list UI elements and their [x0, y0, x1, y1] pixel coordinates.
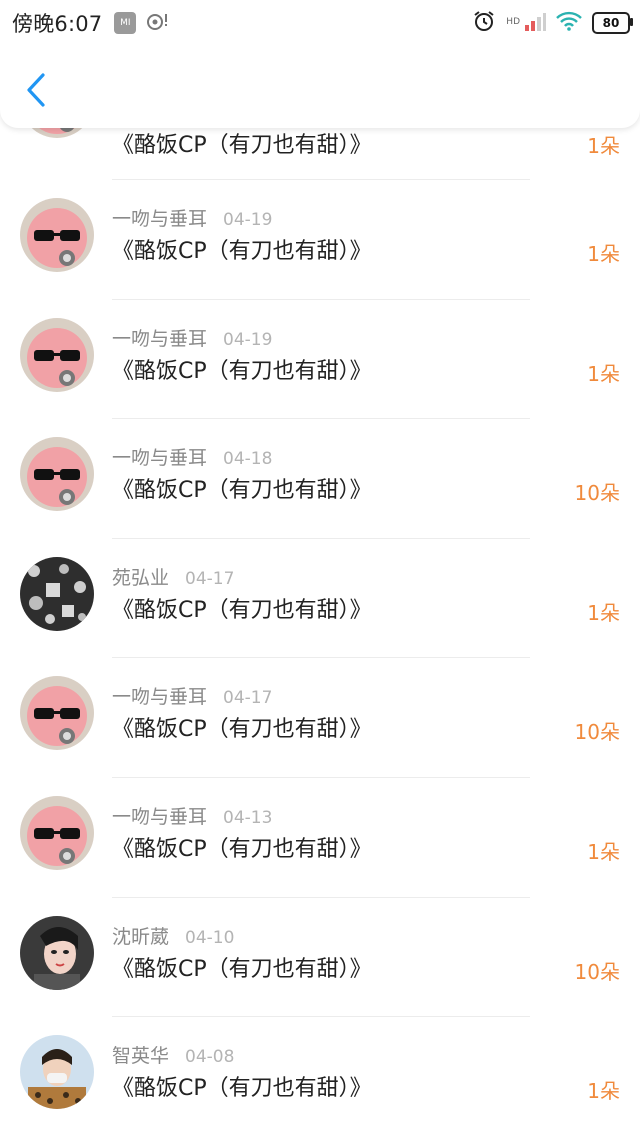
item-title: 《酪饭CP（有刀也有甜）》 [112, 358, 372, 384]
pattern-avatar-image [20, 556, 94, 631]
status-bar: 傍晚6:07 MI HD 80 [0, 0, 640, 46]
avatar [20, 556, 94, 631]
item-date: 04-08 [185, 1047, 235, 1068]
pig-sunglasses-avatar-image [20, 676, 94, 751]
avatar [20, 915, 94, 990]
item-amount: 1朵 [587, 134, 620, 158]
list-item[interactable]: 一吻与垂耳 04-17 《酪饭CP（有刀也有甜）》 10朵 [0, 658, 640, 778]
item-title: 《酪饭CP（有刀也有甜）》 [112, 956, 372, 982]
item-meta: 一吻与垂耳 04-17 [112, 682, 272, 709]
list-item[interactable]: 一吻与垂耳 04-19 《酪饭CP（有刀也有甜）》 1朵 [0, 300, 640, 420]
item-title: 《酪饭CP（有刀也有甜）》 [112, 597, 372, 623]
item-title: 《酪饭CP（有刀也有甜）》 [112, 1076, 372, 1102]
item-meta: 一吻与垂耳 04-19 [112, 204, 272, 231]
item-meta: 沈昕葳 04-10 [112, 922, 234, 949]
status-time: 傍晚6:07 [12, 12, 103, 36]
item-username: 智英华 [112, 1045, 170, 1068]
list-item[interactable]: 沈昕葳 04-10 《酪饭CP（有刀也有甜）》 10朵 [0, 898, 640, 1018]
item-date: 04-13 [223, 807, 273, 828]
item-username: 一吻与垂耳 [112, 208, 208, 230]
gift-list: 一吻与垂耳 04-19 《酪饭CP（有刀也有甜）》 1朵 一吻与垂耳 04-19… [0, 180, 640, 1137]
item-amount: 1朵 [587, 361, 620, 386]
item-date: 04-17 [185, 568, 235, 589]
item-meta: 一吻与垂耳 04-19 [112, 324, 272, 351]
avatar [20, 1035, 94, 1110]
list-item[interactable]: 一吻与垂耳 04-13 《酪饭CP（有刀也有甜）》 1朵 [0, 778, 640, 898]
status-system-icons: HD 80 [472, 9, 633, 37]
battery-icon: 80 [592, 12, 633, 34]
notification-icon [146, 11, 170, 35]
list-item[interactable]: 一吻与垂耳 04-18 《酪饭CP（有刀也有甜）》 10朵 [0, 419, 640, 539]
item-amount: 10朵 [574, 481, 620, 506]
list-item[interactable]: 苑弘业 04-17 《酪饭CP（有刀也有甜）》 1朵 [0, 539, 640, 659]
item-meta: 苑弘业 04-17 [112, 563, 234, 590]
item-amount: 1朵 [587, 839, 620, 864]
avatar [20, 437, 94, 512]
alarm-icon [472, 9, 496, 37]
item-title: 《酪饭CP（有刀也有甜）》 [112, 133, 372, 158]
item-title: 《酪饭CP（有刀也有甜）》 [112, 478, 372, 504]
item-title: 《酪饭CP（有刀也有甜）》 [112, 239, 372, 264]
item-meta: 一吻与垂耳 04-18 [112, 443, 272, 470]
item-username: 一吻与垂耳 [112, 686, 208, 709]
avatar [20, 676, 94, 751]
chevron-left-icon [27, 73, 45, 107]
pig-sunglasses-avatar-image [20, 317, 94, 392]
avatar [20, 198, 94, 272]
item-username: 一吻与垂耳 [112, 327, 208, 350]
item-amount: 10朵 [574, 959, 620, 984]
pig-sunglasses-avatar-image [20, 437, 94, 512]
item-title: 《酪饭CP（有刀也有甜）》 [112, 836, 372, 862]
signal-icon [524, 11, 546, 35]
item-amount: 1朵 [587, 600, 620, 625]
pig-sunglasses-avatar-image [20, 795, 94, 870]
item-amount: 1朵 [587, 1079, 620, 1104]
list-item[interactable]: 一吻与垂耳 04-19 《酪饭CP（有刀也有甜）》 1朵 [0, 180, 640, 300]
item-meta: 一吻与垂耳 04-13 [112, 802, 272, 829]
mi-app-icon: MI [114, 12, 137, 34]
item-amount: 10朵 [574, 720, 620, 745]
woman-portrait-avatar-image [20, 915, 94, 990]
avatar [20, 795, 94, 870]
item-username: 一吻与垂耳 [112, 805, 208, 828]
hd-label: HD [506, 17, 520, 27]
item-date: 04-19 [223, 329, 273, 350]
pig-sunglasses-avatar-image [20, 198, 94, 272]
item-date: 04-10 [185, 927, 235, 948]
list-item[interactable]: 智英华 04-08 《酪饭CP（有刀也有甜）》 1朵 [0, 1017, 640, 1137]
item-username: 沈昕葳 [112, 925, 170, 948]
item-date: 04-19 [223, 210, 273, 230]
item-title: 《酪饭CP（有刀也有甜）》 [112, 717, 372, 743]
nav-header [0, 46, 640, 128]
wifi-icon [556, 11, 582, 35]
item-meta: 智英华 04-08 [112, 1041, 234, 1068]
item-amount: 1朵 [587, 242, 620, 266]
back-button[interactable] [16, 68, 56, 112]
person-mask-avatar-image [20, 1035, 94, 1110]
item-username: 一吻与垂耳 [112, 447, 208, 470]
avatar [20, 317, 94, 392]
item-date: 04-18 [223, 449, 273, 470]
item-username: 苑弘业 [112, 566, 170, 589]
item-date: 04-17 [223, 688, 273, 709]
status-notification-icons: MI [114, 11, 170, 35]
